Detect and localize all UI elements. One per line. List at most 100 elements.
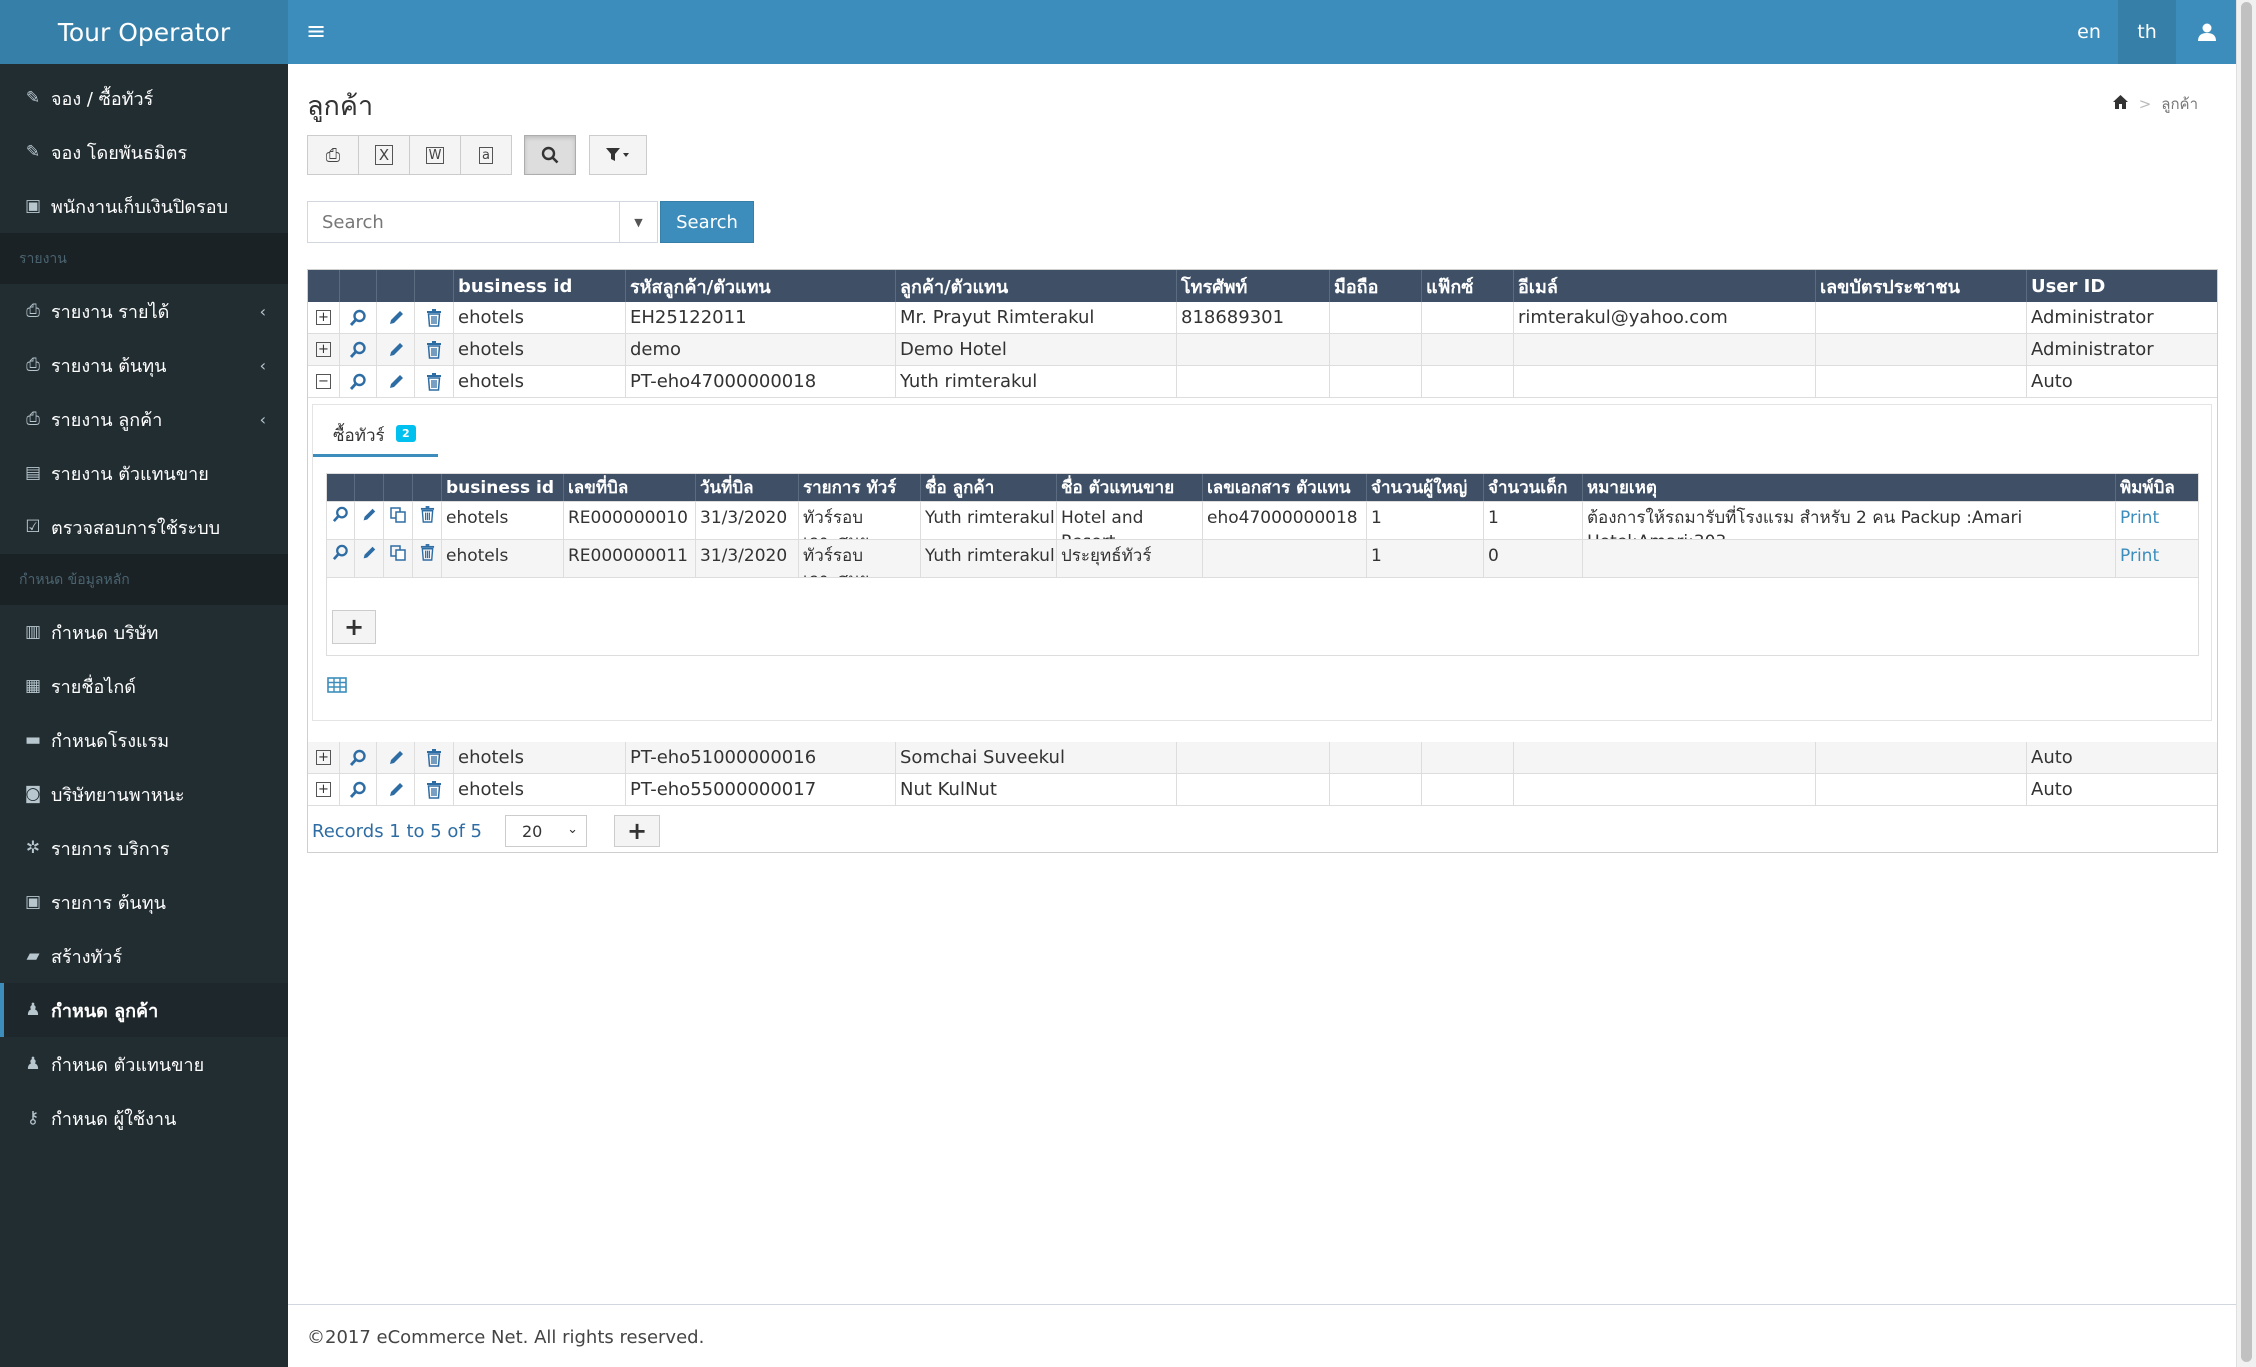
sidebar-item-guides[interactable]: ▦ รายชื่อไกด์ xyxy=(0,659,288,713)
delete-button[interactable] xyxy=(415,366,454,397)
search-options-dropdown[interactable]: ▼ xyxy=(620,201,658,243)
sidebar-item-report-agent[interactable]: ▤ รายงาน ตัวแทนขาย xyxy=(0,446,288,500)
column-header[interactable]: ชื่อ ตัวแทนขาย xyxy=(1057,474,1203,501)
sidebar-item-booking[interactable]: ✎ จอง / ซื้อทัวร์ xyxy=(0,71,288,125)
sidebar-item-hotels[interactable]: ▬ กำหนดโรงแรม xyxy=(0,713,288,767)
view-button[interactable] xyxy=(327,540,355,577)
column-header[interactable]: เลขเอกสาร ตัวแทน xyxy=(1203,474,1367,501)
edit-button[interactable] xyxy=(377,774,415,805)
vertical-scrollbar[interactable] xyxy=(2236,0,2256,1367)
collapse-icon[interactable]: − xyxy=(316,374,331,389)
table-row[interactable]: + ehotels demo Demo Hotel Administrator xyxy=(308,334,2217,366)
column-header[interactable]: เลขที่บิล xyxy=(564,474,696,501)
column-header[interactable]: business id xyxy=(442,474,564,501)
expand-icon[interactable]: + xyxy=(316,750,331,765)
column-header[interactable]: วันที่บิล xyxy=(696,474,799,501)
view-button[interactable] xyxy=(327,502,355,539)
column-header[interactable]: เลขบัตรประชาชน xyxy=(1816,270,2027,302)
sidebar-item-costs[interactable]: ▣ รายการ ต้นทุน xyxy=(0,875,288,929)
sidebar-item-report-customer[interactable]: ⎙ รายงาน ลูกค้า ‹ xyxy=(0,392,288,446)
delete-button[interactable] xyxy=(415,334,454,365)
view-button[interactable] xyxy=(340,334,377,365)
language-en-button[interactable]: en xyxy=(2060,0,2118,64)
expand-cell[interactable]: + xyxy=(308,774,340,805)
user-icon[interactable] xyxy=(2178,0,2236,64)
table-row[interactable]: ehotelsRE00000001031/3/2020ทัวร์รอบเกาะส… xyxy=(327,502,2198,540)
expand-icon[interactable]: + xyxy=(316,342,331,357)
sidebar-item-agents[interactable]: ♟ กำหนด ตัวแทนขาย xyxy=(0,1037,288,1091)
language-th-button[interactable]: th xyxy=(2118,0,2176,64)
view-button[interactable] xyxy=(340,774,377,805)
print-link[interactable]: Print xyxy=(2116,540,2198,577)
expand-cell[interactable]: − xyxy=(308,366,340,397)
expand-icon[interactable]: + xyxy=(316,782,331,797)
export-excel-button[interactable]: X xyxy=(358,135,410,175)
view-button[interactable] xyxy=(340,366,377,397)
hamburger-menu-icon[interactable]: ≡ xyxy=(306,18,334,46)
delete-button[interactable] xyxy=(415,774,454,805)
copy-button[interactable] xyxy=(384,540,413,577)
sidebar-item-report-income[interactable]: ⎙ รายงาน รายได้ ‹ xyxy=(0,284,288,338)
filter-button[interactable] xyxy=(589,135,647,175)
table-icon[interactable] xyxy=(327,676,347,698)
print-link[interactable]: Print xyxy=(2116,502,2198,539)
copy-button[interactable] xyxy=(384,502,413,539)
edit-button[interactable] xyxy=(355,502,384,539)
edit-button[interactable] xyxy=(355,540,384,577)
search-toggle-button[interactable] xyxy=(524,135,576,175)
expand-cell[interactable]: + xyxy=(308,302,340,333)
table-row[interactable]: ehotelsRE00000001131/3/2020ทัวร์รอบเกาะส… xyxy=(327,540,2198,578)
delete-button[interactable] xyxy=(413,502,442,539)
delete-button[interactable] xyxy=(415,742,454,773)
edit-button[interactable] xyxy=(377,742,415,773)
edit-button[interactable] xyxy=(377,366,415,397)
column-header[interactable]: รายการ ทัวร์ xyxy=(799,474,921,501)
table-row[interactable]: + ehotels PT-eho51000000016 Somchai Suveeku… xyxy=(308,742,2217,774)
tab-purchases[interactable]: ซื้อทัวร์ 2 xyxy=(313,405,438,457)
sidebar-item-services[interactable]: ✲ รายการ บริการ xyxy=(0,821,288,875)
column-header[interactable]: ชื่อ ลูกค้า xyxy=(921,474,1057,501)
column-header[interactable]: โทรศัพท์ xyxy=(1177,270,1330,302)
print-button[interactable]: ⎙ xyxy=(307,135,359,175)
column-header[interactable]: พิมพ์บิล xyxy=(2116,474,2198,501)
brand-logo[interactable]: Tour Operator xyxy=(0,0,288,64)
search-input[interactable] xyxy=(307,201,620,243)
add-purchase-button[interactable]: + xyxy=(332,610,376,644)
expand-icon[interactable]: + xyxy=(316,310,331,325)
home-icon[interactable] xyxy=(2112,94,2129,114)
sidebar-item-vehicles[interactable]: ◙ บริษัทยานพาหนะ xyxy=(0,767,288,821)
export-word-button[interactable]: W xyxy=(409,135,461,175)
column-header[interactable]: รหัสลูกค้า/ตัวแทน xyxy=(626,270,896,302)
column-header[interactable]: มือถือ xyxy=(1330,270,1422,302)
column-header[interactable]: จำนวนเด็ก xyxy=(1484,474,1583,501)
add-customer-button[interactable]: + xyxy=(614,815,660,847)
table-row[interactable]: + ehotels EH25122011 Mr. Prayut Rimterakul 8… xyxy=(308,302,2217,334)
search-button[interactable]: Search xyxy=(660,201,754,243)
table-row[interactable]: + ehotels PT-eho55000000017 Nut KulNut Auto xyxy=(308,774,2217,806)
sidebar-item-audit[interactable]: ☑ ตรวจสอบการใช้ระบบ xyxy=(0,500,288,554)
sidebar-item-report-cost[interactable]: ⎙ รายงาน ต้นทุน ‹ xyxy=(0,338,288,392)
delete-button[interactable] xyxy=(415,302,454,333)
column-header[interactable]: หมายเหตุ xyxy=(1583,474,2116,501)
column-header[interactable]: business id xyxy=(454,270,626,302)
delete-button[interactable] xyxy=(413,540,442,577)
table-row[interactable]: − ehotels PT-eho47000000018 Yuth rimterakul… xyxy=(308,366,2217,398)
sidebar-item-create-tour[interactable]: ▰ สร้างทัวร์ xyxy=(0,929,288,983)
sidebar-item-cashier[interactable]: ▣ พนักงานเก็บเงินปิดรอบ xyxy=(0,179,288,233)
export-pdf-button[interactable]: a xyxy=(460,135,512,175)
edit-button[interactable] xyxy=(377,302,415,333)
scrollbar-thumb[interactable] xyxy=(2241,2,2252,1362)
view-button[interactable] xyxy=(340,742,377,773)
sidebar-item-company[interactable]: ▥ กำหนด บริษัท xyxy=(0,605,288,659)
sidebar-item-customers[interactable]: ♟ กำหนด ลูกค้า xyxy=(0,983,288,1037)
expand-cell[interactable]: + xyxy=(308,742,340,773)
expand-cell[interactable]: + xyxy=(308,334,340,365)
column-header[interactable]: จำนวนผู้ใหญ่ xyxy=(1367,474,1484,501)
column-header[interactable]: อีเมล์ xyxy=(1514,270,1816,302)
edit-button[interactable] xyxy=(377,334,415,365)
sidebar-item-users[interactable]: ⚷ กำหนด ผู้ใช้งาน xyxy=(0,1091,288,1145)
sidebar-item-partner-booking[interactable]: ✎ จอง โดยพันธมิตร xyxy=(0,125,288,179)
column-header[interactable]: ลูกค้า/ตัวแทน xyxy=(896,270,1177,302)
page-size-select[interactable]: 20 ⌄ xyxy=(505,815,587,847)
view-button[interactable] xyxy=(340,302,377,333)
